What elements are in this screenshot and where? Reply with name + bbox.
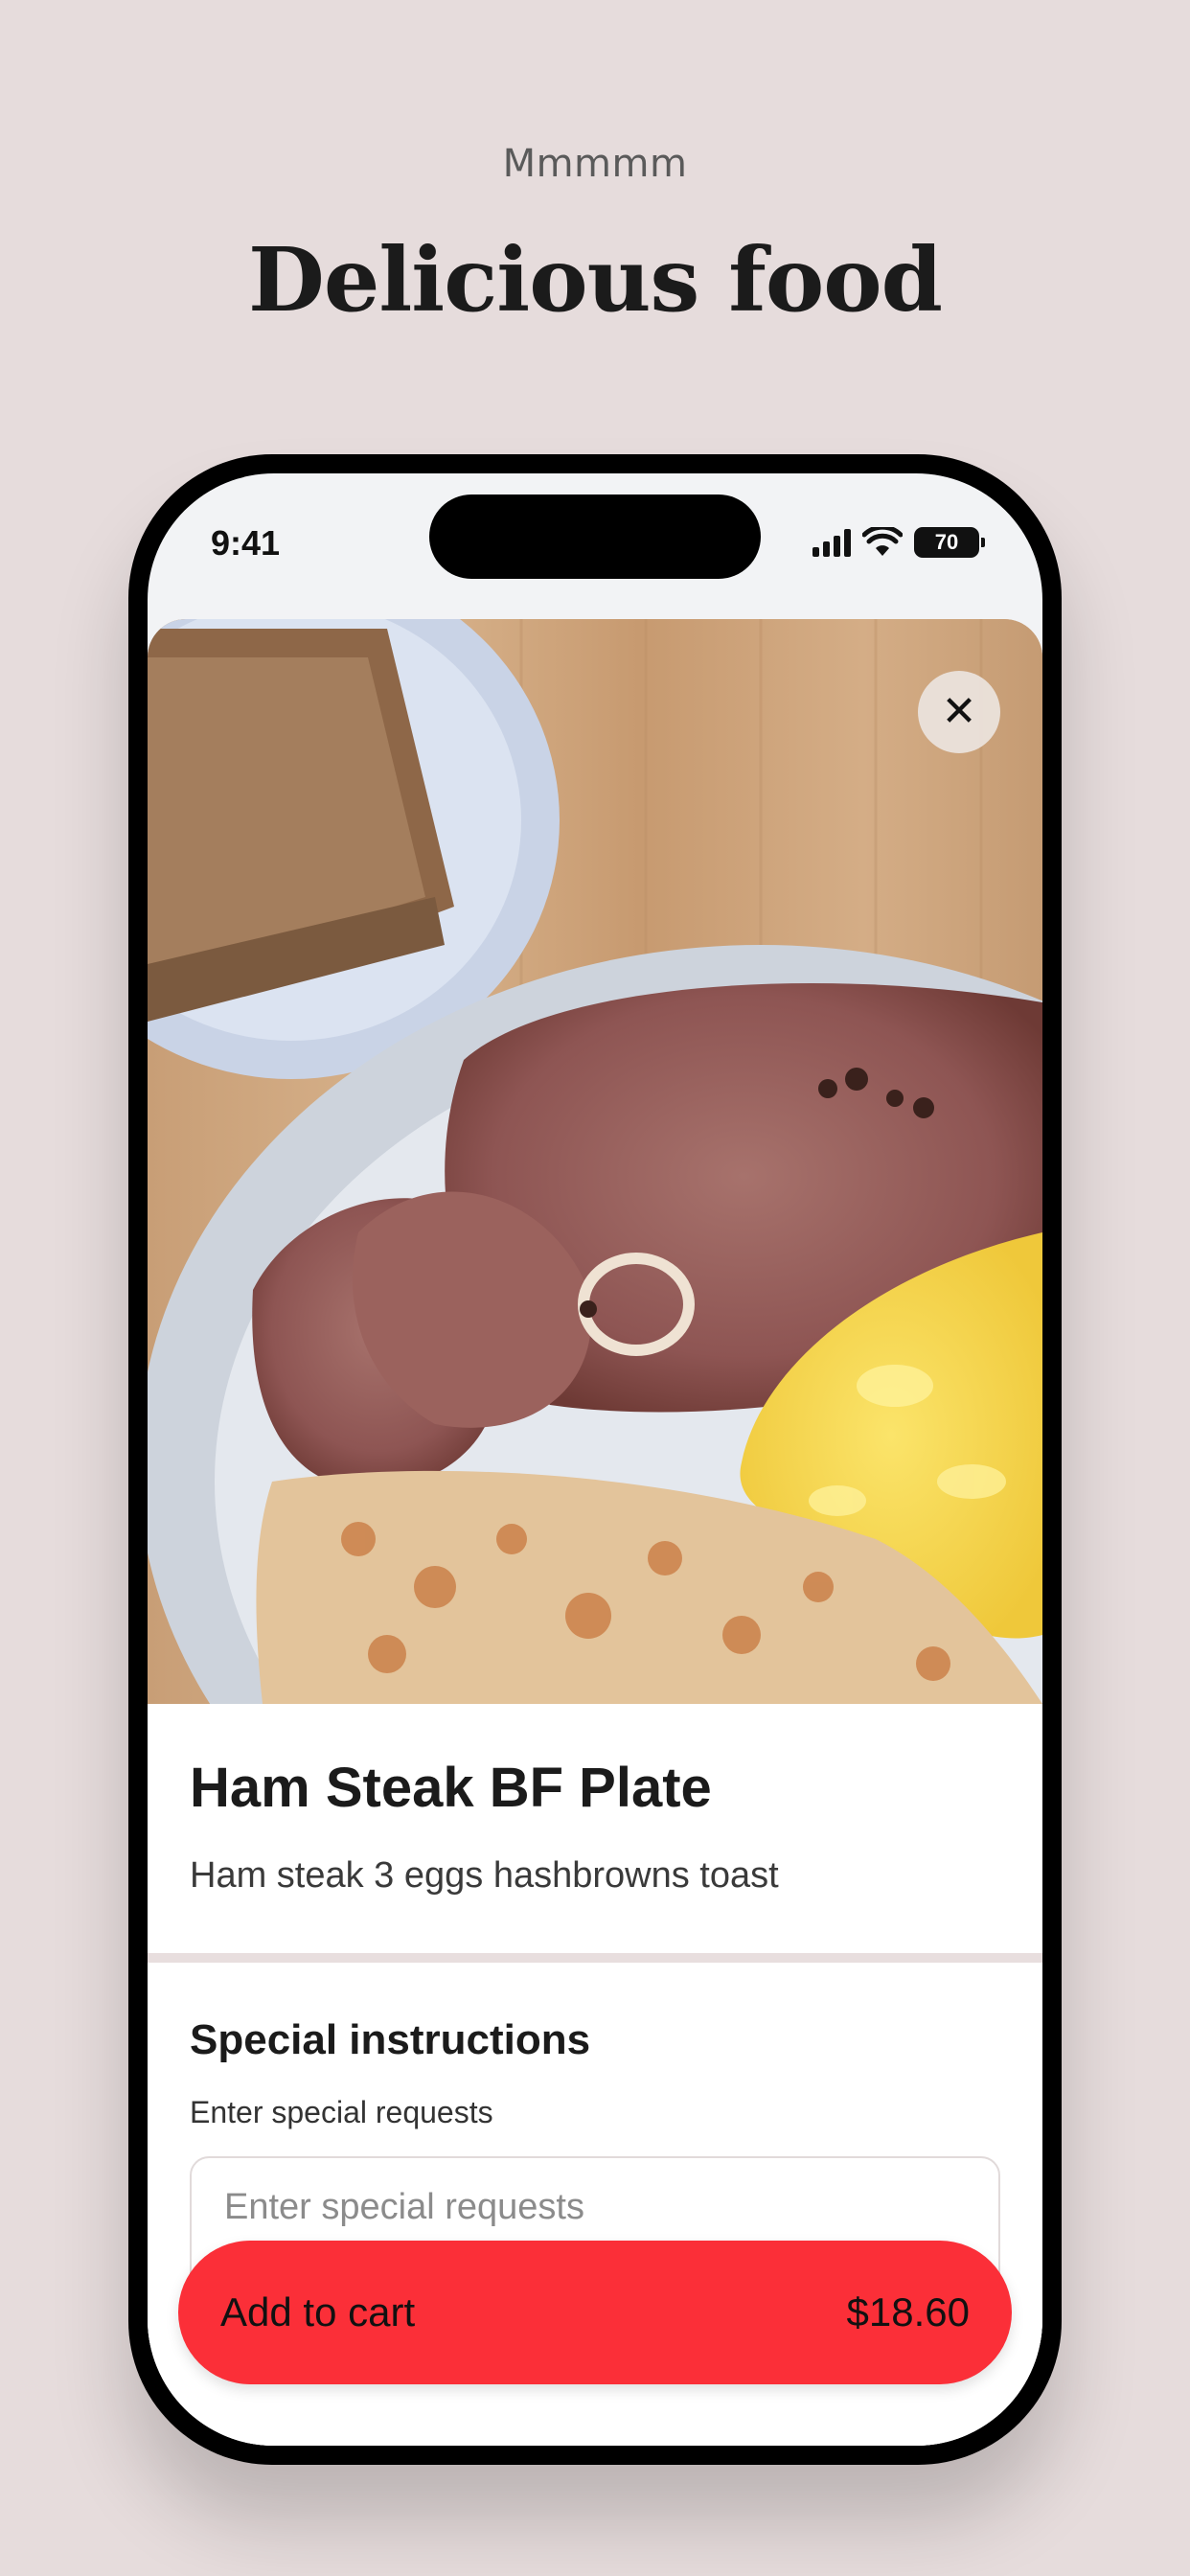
dynamic-island (429, 494, 761, 579)
battery-icon: 70 (914, 527, 985, 558)
item-description: Ham steak 3 eggs hashbrowns toast (190, 1855, 779, 1896)
wifi-icon (862, 527, 903, 556)
special-instructions-title: Special instructions (190, 2016, 591, 2063)
phone-frame: 9:41 70 ✕ Ham Steak BF Plate Ham steak 3… (128, 454, 1062, 2465)
item-info: Ham Steak BF Plate Ham steak 3 eggs hash… (148, 1704, 1042, 1953)
add-to-cart-button[interactable]: Add to cart $18.60 (178, 2241, 1012, 2384)
food-photo: ✕ (148, 619, 1042, 1704)
item-name: Ham Steak BF Plate (190, 1757, 712, 1819)
status-time: 9:41 (211, 523, 281, 563)
promo-title: Delicious food (248, 228, 943, 332)
promo-kicker: Mmmmm (502, 142, 688, 186)
food-photo-illustration (148, 619, 1042, 1704)
close-icon: ✕ (941, 687, 977, 736)
home-indicator (454, 2423, 736, 2432)
section-divider (148, 1953, 1042, 1963)
battery-level: 70 (934, 530, 959, 554)
special-instructions-label: Enter special requests (190, 2095, 493, 2129)
item-detail-sheet: ✕ Ham Steak BF Plate Ham steak 3 eggs ha… (148, 619, 1042, 2446)
signal-icon (812, 528, 851, 557)
add-to-cart-label: Add to cart (220, 2289, 416, 2334)
cart-price: $18.60 (846, 2289, 970, 2334)
close-button[interactable]: ✕ (918, 671, 1000, 753)
phone-screen: 9:41 70 ✕ Ham Steak BF Plate Ham steak 3… (148, 473, 1042, 2446)
status-icons: 70 (812, 525, 985, 560)
status-bar: 9:41 70 (148, 473, 1042, 617)
